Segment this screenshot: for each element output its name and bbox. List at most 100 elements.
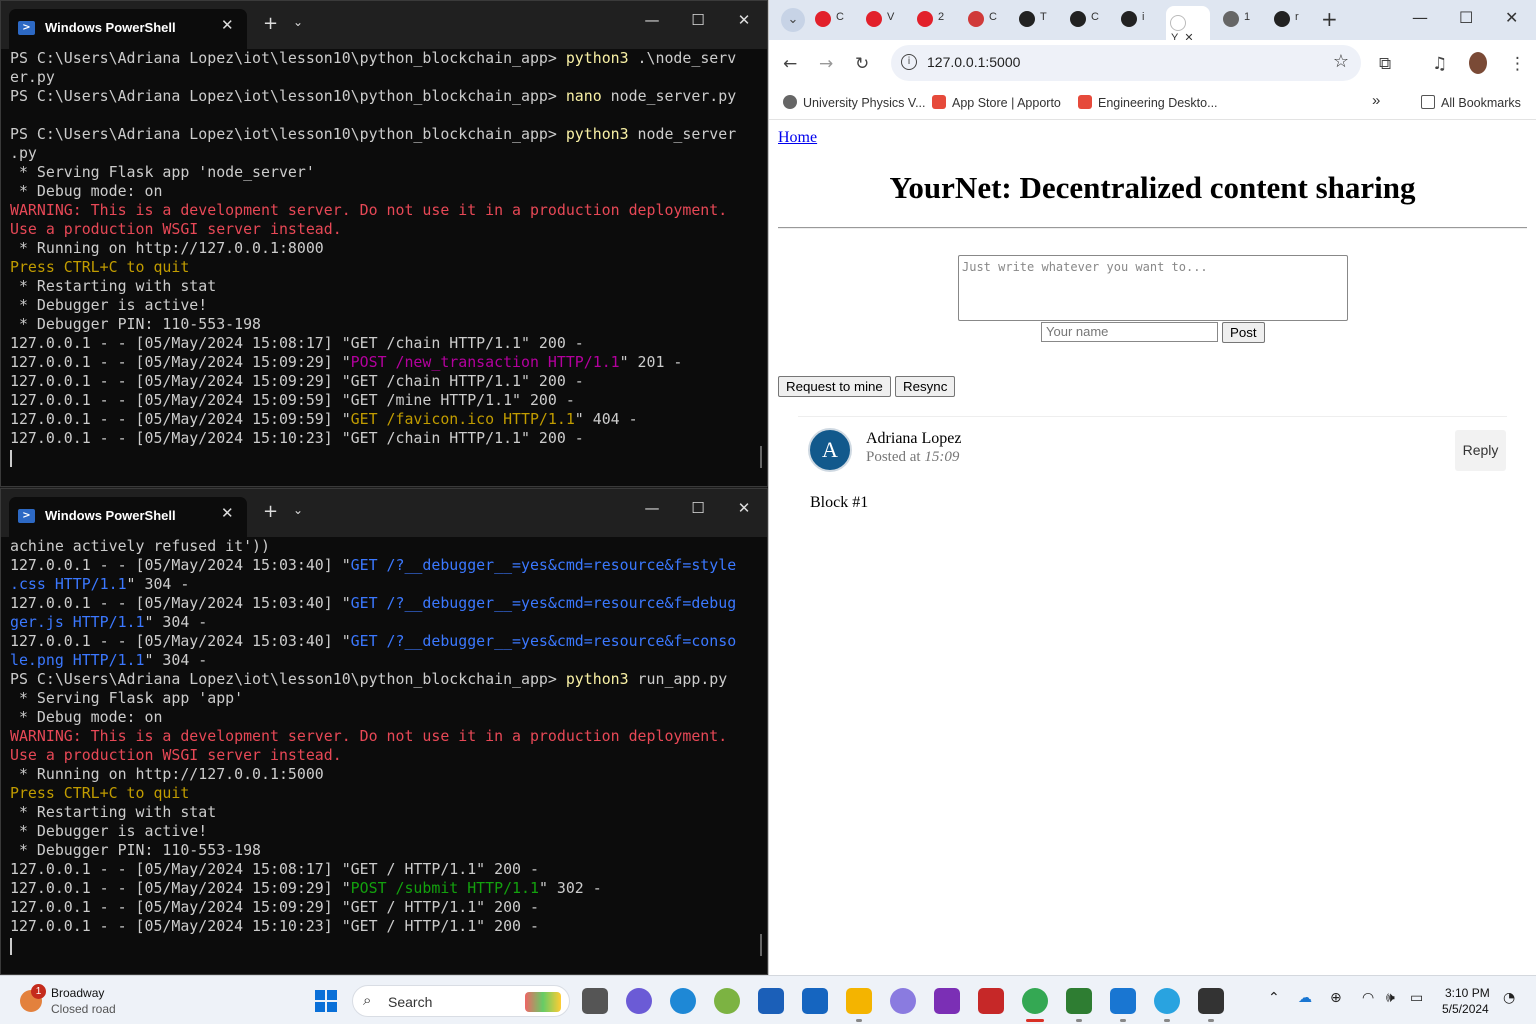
back-icon[interactable]: ← <box>783 54 797 74</box>
request-to-mine-button[interactable]: Request to mine <box>778 376 891 397</box>
maximize-icon[interactable]: ☐ <box>675 499 721 517</box>
reply-button[interactable]: Reply <box>1455 430 1506 471</box>
weather-subtitle: Closed road <box>51 1002 116 1016</box>
resync-button[interactable]: Resync <box>895 376 956 397</box>
network-globe-icon[interactable]: ⊕ <box>1330 990 1342 1006</box>
chevron-down-icon[interactable]: ⌄ <box>293 503 303 517</box>
close-icon[interactable]: ✕ <box>721 499 767 517</box>
post-content-textarea[interactable]: Just write whatever you want to... <box>958 255 1348 321</box>
browser-tab[interactable]: T <box>1013 6 1061 34</box>
media-icon[interactable]: ♫ <box>1432 54 1447 74</box>
chrome-icon[interactable] <box>1022 988 1048 1014</box>
terminal-tab[interactable]: > Windows PowerShell ✕ <box>9 9 247 49</box>
notification-icon[interactable]: ◔ <box>1503 990 1515 1006</box>
start-button[interactable] <box>315 990 337 1012</box>
solidworks-icon[interactable] <box>978 988 1004 1014</box>
maximize-icon[interactable]: ☐ <box>675 11 721 29</box>
globe-icon <box>1223 11 1239 27</box>
powershell-window-top[interactable]: > Windows PowerShell ✕ + ⌄ — ☐ ✕ PS C:\U… <box>0 0 768 487</box>
copilot-icon[interactable] <box>890 988 916 1014</box>
minimize-icon[interactable]: — <box>629 11 675 29</box>
scrollbar[interactable] <box>760 934 762 956</box>
photos-icon[interactable] <box>1110 988 1136 1014</box>
taskbar-search[interactable]: ⌕ Search <box>352 985 570 1017</box>
browser-tab[interactable]: 1 <box>1217 6 1265 34</box>
terminal-line: * Debugger PIN: 110-553-198 <box>10 315 767 334</box>
browser-tab[interactable]: C <box>962 6 1010 34</box>
terminal-line: * Restarting with stat <box>10 803 767 822</box>
close-tab-icon[interactable]: ✕ <box>221 16 234 34</box>
terminal-text: 127.0.0.1 - - [05/May/2024 15:03:40] " <box>10 556 351 574</box>
app-cloud-icon[interactable] <box>1154 988 1180 1014</box>
clock-time[interactable]: 3:10 PM <box>1445 986 1490 1000</box>
menu-icon[interactable]: ⋮ <box>1509 54 1526 74</box>
maximize-icon[interactable]: ☐ <box>1459 8 1473 27</box>
teams-icon[interactable] <box>626 988 652 1014</box>
bookmark-item[interactable]: University Physics V... <box>783 95 926 110</box>
prompt-line[interactable] <box>10 936 767 955</box>
mail-icon[interactable] <box>802 988 828 1014</box>
close-tab-icon[interactable]: ✕ <box>221 504 234 522</box>
onenote-icon[interactable] <box>934 988 960 1014</box>
home-link[interactable]: Home <box>778 129 817 147</box>
prompt-line[interactable] <box>10 448 767 467</box>
terminal-text: * Debugger is active! <box>10 822 208 840</box>
tab-search-icon[interactable]: ⌄ <box>781 8 805 32</box>
terminal-titlebar[interactable]: > Windows PowerShell ✕ + ⌄ — ☐ ✕ <box>1 1 767 49</box>
browser-tab[interactable]: 2 <box>911 6 959 34</box>
new-tab-icon[interactable]: + <box>1321 7 1338 31</box>
post-button[interactable]: Post <box>1222 322 1265 343</box>
minimize-icon[interactable]: — <box>629 499 675 517</box>
terminal-titlebar[interactable]: > Windows PowerShell ✕ + ⌄ — ☐ ✕ <box>1 489 767 537</box>
browser-tab[interactable]: i <box>1115 6 1163 34</box>
browser-tab[interactable]: r <box>1268 6 1316 34</box>
onedrive-icon[interactable]: ☁ <box>1298 990 1312 1006</box>
browser-window[interactable]: ⌄ + — ☐ ✕ C V 2 C T Ci Y ✕ 1 r ← → ↻ i 127.0.0.1:… <box>768 0 1536 975</box>
bookmark-item[interactable]: App Store | Apporto <box>932 95 1061 110</box>
store-icon[interactable] <box>758 988 784 1014</box>
terminal-text: 127.0.0.1 - - [05/May/2024 15:03:40] " <box>10 594 351 612</box>
site-info-icon[interactable]: i <box>901 54 917 70</box>
terminal-icon[interactable] <box>1198 988 1224 1014</box>
forward-icon[interactable]: → <box>819 54 833 74</box>
app-w-icon[interactable] <box>714 988 740 1014</box>
terminal-output[interactable]: achine actively refused it')) 127.0.0.1 -… <box>1 537 767 974</box>
file-explorer-icon[interactable] <box>846 988 872 1014</box>
powershell-window-bottom[interactable]: > Windows PowerShell ✕ + ⌄ — ☐ ✕ achine … <box>0 488 768 975</box>
chevron-down-icon[interactable]: ⌄ <box>293 15 303 29</box>
reload-icon[interactable]: ↻ <box>855 54 869 74</box>
more-bookmarks-icon[interactable]: » <box>1372 92 1380 109</box>
wifi-icon[interactable]: ◠ <box>1362 990 1374 1006</box>
extensions-icon[interactable]: ⧉ <box>1379 54 1391 74</box>
battery-icon[interactable]: ▭ <box>1410 990 1423 1006</box>
browser-tabstrip[interactable]: ⌄ + — ☐ ✕ C V 2 C T Ci Y ✕ 1 r <box>769 0 1536 44</box>
browser-tab[interactable]: C <box>809 6 857 34</box>
browser-tab[interactable]: Y ✕ <box>1166 6 1210 44</box>
terminal-output[interactable]: PS C:\Users\Adriana Lopez\iot\lesson10\p… <box>1 49 767 486</box>
bookmark-star-icon[interactable]: ☆ <box>1333 51 1349 72</box>
all-bookmarks[interactable]: All Bookmarks <box>1421 95 1521 110</box>
address-bar[interactable]: i 127.0.0.1:5000 ☆ <box>891 45 1361 81</box>
new-tab-icon[interactable]: + <box>263 501 278 522</box>
chevron-up-icon[interactable]: ⌃ <box>1268 990 1280 1006</box>
terminal-text: * Debug mode: on <box>10 182 163 200</box>
url-text[interactable]: 127.0.0.1:5000 <box>927 54 1020 70</box>
terminal-tab[interactable]: > Windows PowerShell ✕ <box>9 497 247 537</box>
app-v-icon[interactable] <box>1066 988 1092 1014</box>
volume-icon[interactable]: 🕪 <box>1386 990 1395 1006</box>
scrollbar[interactable] <box>760 446 762 468</box>
close-icon[interactable]: ✕ <box>721 11 767 29</box>
browser-tab[interactable]: C <box>1064 6 1112 34</box>
minimize-icon[interactable]: — <box>1412 8 1428 27</box>
divider <box>778 227 1527 229</box>
browser-tab[interactable]: V <box>860 6 908 34</box>
task-view-icon[interactable] <box>582 988 608 1014</box>
profile-avatar[interactable] <box>1469 52 1487 74</box>
new-tab-icon[interactable]: + <box>263 13 278 34</box>
running-indicator <box>1120 1019 1126 1022</box>
clock-date[interactable]: 5/5/2024 <box>1442 1002 1489 1016</box>
close-icon[interactable]: ✕ <box>1505 8 1518 27</box>
bookmark-item[interactable]: Engineering Deskto... <box>1078 95 1218 110</box>
author-name-input[interactable]: Your name <box>1041 322 1218 342</box>
edge-icon[interactable] <box>670 988 696 1014</box>
